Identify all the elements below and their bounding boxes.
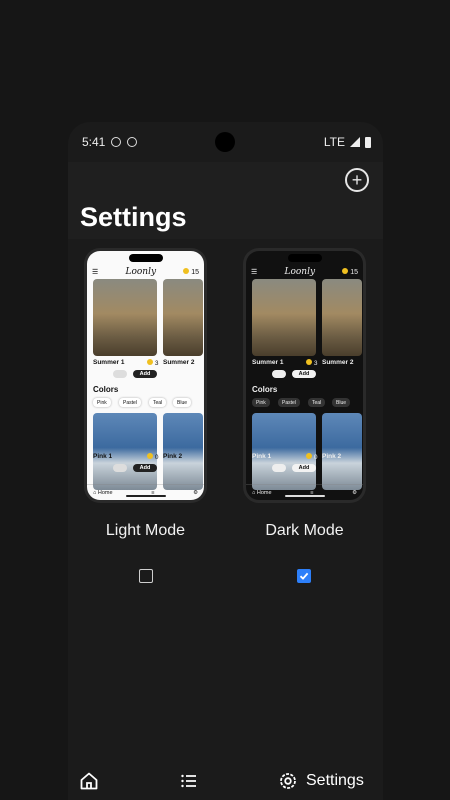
- wifi-icon: [111, 137, 122, 147]
- preview-tile: [93, 413, 157, 490]
- dark-preview-screen: ☰ Loonly 15 Summer 1 Summer 2 3 Add Colo…: [246, 251, 363, 500]
- app-window: 5:41 LTE + Settings ☰ Loonly 15 Summer 1…: [68, 122, 383, 800]
- tile-name: Pink 1: [93, 453, 113, 460]
- tile-name: Pink 2: [163, 453, 183, 460]
- toggle: [272, 464, 286, 472]
- gear-icon: [280, 773, 296, 789]
- tab-settings-label: Settings: [306, 772, 364, 789]
- dark-mode-label: Dark Mode: [265, 522, 344, 539]
- preview-coins: 15: [342, 268, 358, 276]
- chip: Blue: [173, 398, 192, 407]
- tab-home[interactable]: [79, 771, 99, 791]
- chip: Pastel: [278, 398, 300, 407]
- coin-count: 15: [350, 269, 358, 276]
- coin-icon: [342, 268, 349, 274]
- app-header: + Settings: [68, 162, 383, 239]
- chip: Pastel: [119, 398, 141, 407]
- chip: Pink: [93, 398, 111, 407]
- tile-badge: 0: [147, 453, 158, 461]
- tile-badge: 3: [147, 359, 158, 367]
- chip: Teal: [149, 398, 167, 407]
- tab-settings[interactable]: Settings: [278, 771, 364, 791]
- preview-tile: [322, 279, 362, 356]
- colors-heading: Colors: [252, 385, 278, 394]
- home-icon: [80, 772, 98, 790]
- home-indicator: [125, 495, 166, 497]
- gear-icon: ⚙: [193, 489, 198, 496]
- preview-coins: 15: [183, 268, 199, 276]
- bottom-tab-bar: Settings: [68, 762, 383, 800]
- tile-name: Summer 2: [163, 359, 195, 366]
- preview-tile: [252, 279, 316, 356]
- preview-tile: [163, 413, 203, 490]
- preview-bottom-nav: ⌂ Home ≡ ⚙: [246, 484, 363, 500]
- tile-badge: 3: [306, 359, 317, 367]
- coin-count: 15: [191, 269, 199, 276]
- preview-bottom-nav: ⌂ Home ≡ ⚙: [87, 484, 204, 500]
- add-pill: Add: [133, 370, 157, 378]
- colors-heading: Colors: [93, 385, 119, 394]
- toggle: [113, 464, 127, 472]
- nav-home: ⌂ Home: [93, 489, 113, 496]
- camera-cutout: [215, 132, 235, 152]
- light-preview-screen: ☰ Loonly 15 Summer 1 Summer 2 3 Add Colo…: [87, 251, 204, 500]
- preview-logo: Loonly: [284, 267, 316, 277]
- light-mode-label: Light Mode: [105, 522, 186, 539]
- tile-name: Pink 2: [322, 453, 342, 460]
- menu-icon: ☰: [251, 269, 258, 276]
- light-mode-checkbox[interactable]: [139, 569, 153, 583]
- gear-icon: ⚙: [352, 489, 357, 496]
- preview-logo: Loonly: [125, 267, 157, 277]
- page-title: Settings: [80, 202, 187, 232]
- tab-list[interactable]: [179, 771, 199, 791]
- nav-home: ⌂ Home: [252, 489, 272, 496]
- preview-notch: [287, 254, 322, 262]
- home-indicator: [284, 495, 325, 497]
- battery-icon: [365, 136, 371, 148]
- network-label: LTE: [323, 135, 345, 149]
- plus-circle-icon: +: [351, 170, 363, 190]
- menu-icon: ☰: [92, 269, 99, 276]
- screen: 5:41 LTE + Settings ☰ Loonly 15 Summer 1…: [0, 0, 450, 800]
- notification-icon: [127, 137, 138, 147]
- tile-name: Summer 1: [252, 359, 284, 366]
- light-mode-preview[interactable]: ☰ Loonly 15 Summer 1 Summer 2 3 Add Colo…: [84, 248, 207, 503]
- preview-tile: [163, 279, 203, 356]
- tile-badge: 0: [306, 453, 317, 461]
- add-button[interactable]: +: [345, 168, 369, 192]
- tile-name: Summer 2: [322, 359, 354, 366]
- signal-icon: [350, 137, 360, 147]
- status-time: 5:41: [82, 135, 106, 149]
- dark-mode-preview[interactable]: ☰ Loonly 15 Summer 1 Summer 2 3 Add Colo…: [243, 248, 366, 503]
- list-icon: [181, 774, 196, 788]
- chip: Teal: [308, 398, 326, 407]
- preview-tile: [93, 279, 157, 356]
- chip: Pink: [252, 398, 270, 407]
- dark-mode-checkbox[interactable]: [297, 569, 311, 583]
- add-pill: Add: [133, 464, 157, 472]
- coin-icon: [183, 268, 190, 274]
- tile-name: Pink 1: [252, 453, 272, 460]
- preview-notch: [128, 254, 163, 262]
- add-pill: Add: [292, 370, 316, 378]
- toggle: [272, 370, 286, 378]
- add-pill: Add: [292, 464, 316, 472]
- chip: Blue: [332, 398, 351, 407]
- preview-tile: [322, 413, 362, 490]
- preview-tile: [252, 413, 316, 490]
- check-icon: [299, 572, 309, 580]
- tile-name: Summer 1: [93, 359, 125, 366]
- toggle: [113, 370, 127, 378]
